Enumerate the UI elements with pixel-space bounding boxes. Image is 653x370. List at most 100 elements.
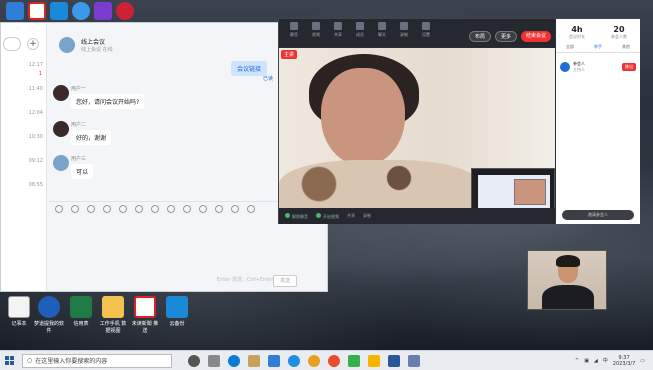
conversation-list: + 12:17 1 11:40 12:04 10:30 09:12 08:55	[1, 23, 47, 291]
my-message-bubble[interactable]: 会议链接	[230, 61, 267, 76]
conversation-item[interactable]: 11:40	[1, 85, 45, 107]
message-bubble[interactable]: 可以	[71, 164, 94, 179]
doc-icon[interactable]	[167, 205, 175, 213]
scissors-icon[interactable]	[103, 205, 111, 213]
toolbar-label: 静音	[290, 32, 298, 37]
more-icon[interactable]	[247, 205, 255, 213]
member-name: 参会人	[573, 61, 585, 66]
toolbar-record-button[interactable]: 录制	[395, 22, 413, 42]
tab-other[interactable]: 其他	[622, 44, 630, 50]
chat-icon	[378, 22, 386, 30]
search-input[interactable]	[3, 37, 21, 51]
media-icon[interactable]	[308, 354, 320, 367]
meeting-bottom-bar: 解除静音 开启视频 共享 录制	[279, 208, 555, 224]
desktop-icon-software[interactable]: 梦道提我的软件	[34, 296, 64, 334]
wechat-icon[interactable]	[348, 354, 360, 367]
mic-icon[interactable]	[215, 205, 223, 213]
volume-icon[interactable]: ◢	[594, 358, 598, 364]
toolbar-label: 成员	[356, 32, 364, 37]
blue-folder-icon[interactable]	[6, 2, 24, 20]
end-meeting-button[interactable]: 结束会议	[521, 31, 552, 42]
tab-raised[interactable]: 举手	[594, 44, 602, 50]
desktop-icon-mail[interactable]: 未读新聞 推送	[130, 296, 160, 334]
add-button[interactable]: +	[27, 38, 39, 50]
gif-icon[interactable]	[71, 205, 79, 213]
conversation-item[interactable]: 12:17 1	[1, 61, 45, 83]
conversation-item[interactable]: 08:55	[1, 181, 45, 203]
toolbar-members-button[interactable]: 成员	[351, 22, 369, 42]
taskbar: ○ 在这里输入你要搜索的内容 ^ ▣ ◢ 中 9:37 2023/3/7 ▭	[0, 350, 653, 370]
remove-member-button[interactable]: 移出	[622, 63, 636, 71]
invite-button[interactable]: 邀请参会人	[562, 210, 634, 220]
chat-title: 线上会议	[81, 39, 106, 46]
message-bubble[interactable]: 好的，谢谢	[71, 130, 112, 145]
file-icon[interactable]	[119, 205, 127, 213]
desktop-icon-cloud[interactable]: 云备份	[162, 296, 192, 327]
mail-app-icon[interactable]	[268, 354, 280, 367]
speaker-video[interactable]: 主讲	[279, 48, 555, 208]
layout-button[interactable]: 布局	[469, 31, 492, 42]
image-icon[interactable]	[135, 205, 143, 213]
sender-avatar[interactable]	[53, 85, 69, 101]
toolbar-video-button[interactable]: 视频	[307, 22, 325, 42]
conversation-item[interactable]: 10:30	[1, 133, 45, 155]
emoji-icon[interactable]	[55, 205, 63, 213]
taskbar-search[interactable]: ○ 在这里输入你要搜索的内容	[22, 353, 172, 368]
desktop-icon-excel[interactable]: 信用表	[66, 296, 96, 327]
member-row[interactable]: 参会人 主持人 移出	[560, 61, 636, 73]
gear-app-icon[interactable]	[50, 2, 68, 20]
toolbar-label: 视频	[312, 32, 320, 37]
toolbar-chat-button[interactable]: 聊天	[373, 22, 391, 42]
conversation-item[interactable]: 09:12	[1, 157, 45, 179]
toolbar-settings-button[interactable]: 设置	[417, 22, 435, 42]
game-app-icon[interactable]	[94, 2, 112, 20]
webcam-overlay[interactable]	[527, 250, 607, 310]
edit-icon[interactable]	[199, 205, 207, 213]
sender-avatar[interactable]	[53, 155, 69, 171]
screen-icon[interactable]	[231, 205, 239, 213]
unmute-button[interactable]: 解除静音	[285, 212, 308, 220]
group-avatar[interactable]	[59, 37, 75, 53]
word-icon[interactable]	[388, 354, 400, 367]
meeting-app-icon[interactable]	[408, 354, 420, 367]
red-app-icon[interactable]	[116, 2, 134, 20]
notification-icon[interactable]: ▭	[640, 358, 645, 364]
tab-all[interactable]: 全部	[566, 44, 574, 50]
conversation-time: 12:04	[28, 110, 43, 116]
message-bubble[interactable]: 您好，请问会议开始吗?	[71, 94, 145, 109]
sender-avatar[interactable]	[53, 121, 69, 137]
member-tabs: 全部 举手 其他	[556, 44, 640, 53]
mail-app-icon[interactable]	[28, 2, 46, 20]
store-icon[interactable]	[248, 354, 260, 367]
record-toggle-button[interactable]: 录制	[363, 213, 371, 219]
conversation-item[interactable]: 12:04	[1, 109, 45, 131]
clock[interactable]: 9:37 2023/3/7	[613, 355, 635, 367]
share-toggle-button[interactable]: 共享	[347, 213, 355, 219]
ime-indicator[interactable]: 中	[603, 357, 608, 364]
start-button[interactable]	[0, 352, 18, 370]
send-button[interactable]: 发送	[273, 275, 297, 287]
cortana-icon[interactable]	[188, 354, 200, 367]
video-toggle-button[interactable]: 开启视频	[316, 212, 339, 220]
more-button[interactable]: 更多	[495, 31, 518, 42]
toolbar-mute-button[interactable]: 静音	[285, 22, 303, 42]
firefox-icon[interactable]	[328, 354, 340, 367]
shared-screen-thumbnail[interactable]	[471, 168, 555, 208]
like-icon[interactable]	[87, 205, 95, 213]
bottom-label: 开启视频	[323, 213, 339, 219]
mail-icon	[134, 296, 156, 318]
edge-icon[interactable]	[228, 354, 240, 367]
calendar-icon[interactable]	[151, 205, 159, 213]
toolbar-share-button[interactable]: 共享	[329, 22, 347, 42]
toolbar-label: 设置	[422, 32, 430, 37]
stat-value: 4h	[571, 25, 583, 34]
explorer-icon[interactable]	[368, 354, 380, 367]
desktop-icon-folder[interactable]: 工作手机 数据视图	[98, 296, 128, 334]
bird-app-icon[interactable]	[72, 2, 90, 20]
chevron-up-icon[interactable]: ^	[575, 358, 579, 364]
task-view-icon[interactable]	[208, 354, 220, 367]
pin-icon[interactable]	[183, 205, 191, 213]
browser-icon[interactable]	[288, 354, 300, 367]
desktop-icon-notepad[interactable]: 记事本	[4, 296, 34, 327]
network-icon[interactable]: ▣	[584, 358, 589, 364]
